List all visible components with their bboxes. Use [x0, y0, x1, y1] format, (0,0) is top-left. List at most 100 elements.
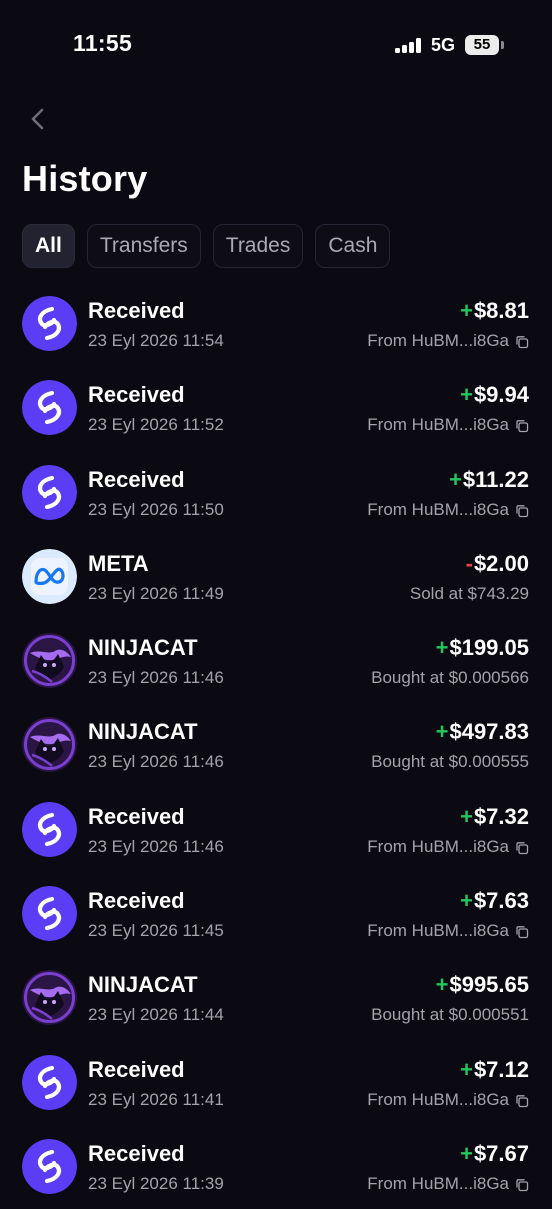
transaction-amount: +$11.22 [449, 467, 529, 493]
received-icon [22, 296, 77, 351]
detail-text: From HuBM...i8Ga [367, 415, 509, 435]
transaction-title: Received [88, 382, 185, 408]
transaction-row[interactable]: Received 23 Eyl 2026 11:39 +$7.67 From HuBM… [0, 1125, 552, 1209]
transaction-date: 23 Eyl 2026 11:54 [88, 331, 224, 350]
battery-icon: 55 [465, 35, 499, 55]
amount-sign: + [435, 972, 449, 998]
battery-cap [501, 41, 504, 49]
copy-icon[interactable] [515, 418, 529, 433]
page-title: History [22, 158, 148, 199]
transaction-row[interactable]: NINJACAT 23 Eyl 2026 11:46 +$199.05 Bought … [0, 619, 552, 703]
transaction-date: 23 Eyl 2026 11:41 [88, 1089, 224, 1109]
transaction-date: 23 Eyl 2026 11:49 [88, 583, 224, 603]
received-icon [22, 380, 77, 436]
transaction-detail: From HuBM...i8Ga [367, 500, 529, 520]
copy-icon[interactable] [515, 334, 529, 349]
meta-logo-icon [22, 548, 77, 604]
transaction-date: 23 Eyl 2026 11:50 [88, 499, 224, 519]
copy-icon[interactable] [515, 924, 529, 939]
detail-text: From HuBM...i8Ga [367, 1089, 509, 1109]
amount-value: $497.83 [449, 719, 529, 745]
transaction-amount: +$8.81 [460, 298, 529, 324]
transaction-date: 23 Eyl 2026 11:46 [88, 836, 224, 856]
transaction-title: NINJACAT [88, 719, 198, 745]
copy-icon[interactable] [515, 1177, 529, 1192]
received-icon [22, 801, 77, 857]
tab-transfers[interactable]: Transfers [86, 224, 201, 268]
received-icon [22, 886, 77, 942]
ninjacat-icon [22, 633, 77, 689]
amount-value: $7.63 [473, 888, 529, 914]
transaction-row[interactable]: NINJACAT 23 Eyl 2026 11:46 +$497.83 Bought … [0, 703, 552, 787]
amount-value: $199.05 [449, 635, 529, 661]
transaction-row[interactable]: Received 23 Eyl 2026 11:46 +$7.32 From HuBM… [0, 788, 552, 872]
transaction-detail: From HuBM...i8Ga [367, 921, 529, 941]
transaction-amount: +$7.67 [460, 1141, 529, 1167]
detail-text: From HuBM...i8Ga [367, 836, 509, 856]
transaction-detail: From HuBM...i8Ga [367, 1090, 529, 1110]
copy-icon[interactable] [515, 503, 529, 517]
transaction-row[interactable]: NINJACAT 23 Eyl 2026 11:44 +$995.65 Bought … [0, 956, 552, 1040]
amount-sign: + [460, 1140, 473, 1166]
detail-text: Bought at $0.000551 [371, 1005, 529, 1025]
amount-sign: + [449, 466, 462, 492]
tab-cash[interactable]: Cash [315, 224, 391, 268]
transaction-detail: Sold at $743.29 [410, 584, 529, 604]
transaction-amount: +$995.65 [436, 972, 529, 998]
transaction-title: Received [88, 803, 185, 829]
transaction-detail: From HuBM...i8Ga [367, 837, 529, 857]
detail-text: Bought at $0.000566 [371, 668, 529, 688]
transaction-amount: -$2.00 [466, 551, 529, 577]
filter-tabs: All Transfers Trades Cash [22, 224, 391, 268]
transaction-list: Received 23 Eyl 2026 11:54 +$8.81 From HuBM… [0, 282, 552, 1209]
back-button[interactable] [22, 102, 56, 136]
amount-sign: + [435, 635, 449, 661]
transaction-detail: From HuBM...i8Ga [367, 331, 529, 351]
transaction-detail: Bought at $0.000566 [371, 668, 529, 688]
transaction-detail: From HuBM...i8Ga [367, 1174, 529, 1194]
transaction-row[interactable]: Received 23 Eyl 2026 11:50 +$11.22 From HuB… [0, 451, 552, 535]
status-bar: 11:55 5G 55 [0, 0, 552, 90]
amount-value: $9.94 [473, 382, 529, 408]
detail-text: Sold at $743.29 [409, 583, 529, 603]
transaction-date: 23 Eyl 2026 11:52 [88, 415, 224, 435]
tab-trades[interactable]: Trades [212, 224, 304, 268]
amount-sign: + [460, 888, 473, 914]
transaction-row[interactable]: Received 23 Eyl 2026 11:52 +$9.94 From HuBM… [0, 366, 552, 450]
detail-text: From HuBM...i8Ga [367, 921, 509, 941]
transaction-amount: +$7.63 [460, 888, 529, 914]
ninjacat-icon [22, 970, 77, 1026]
detail-text: From HuBM...i8Ga [367, 499, 509, 519]
transaction-row[interactable]: Received 23 Eyl 2026 11:41 +$7.12 From HuBM… [0, 1041, 552, 1125]
amount-sign: + [460, 382, 473, 408]
transaction-date: 23 Eyl 2026 11:45 [88, 921, 224, 941]
transaction-row[interactable]: META 23 Eyl 2026 11:49 -$2.00 Sold at $743.… [0, 535, 552, 619]
tab-all[interactable]: All [22, 224, 75, 268]
transaction-title: Received [88, 1140, 185, 1166]
transaction-title: Received [88, 1056, 185, 1082]
transaction-amount: +$497.83 [436, 719, 529, 745]
transaction-row[interactable]: Received 23 Eyl 2026 11:54 +$8.81 From HuBM… [0, 282, 552, 366]
transaction-amount: +$199.05 [436, 635, 529, 661]
amount-sign: + [460, 298, 473, 323]
transaction-detail: From HuBM...i8Ga [367, 415, 529, 435]
transaction-detail: Bought at $0.000555 [371, 752, 529, 772]
transaction-date: 23 Eyl 2026 11:46 [88, 752, 224, 772]
transaction-amount: +$9.94 [460, 382, 529, 408]
transaction-date: 23 Eyl 2026 11:44 [88, 1005, 224, 1025]
chevron-left-icon [31, 108, 44, 130]
transaction-title: NINJACAT [88, 635, 198, 661]
amount-value: $7.32 [473, 803, 529, 829]
amount-sign: - [465, 550, 473, 576]
transaction-row[interactable]: Received 23 Eyl 2026 11:45 +$7.63 From HuBM… [0, 872, 552, 956]
received-icon [22, 1054, 77, 1110]
amount-value: $8.81 [473, 298, 529, 323]
cellular-signal-icon [395, 38, 423, 53]
transaction-title: Received [88, 298, 185, 323]
transaction-amount: +$7.12 [460, 1057, 529, 1083]
received-icon [22, 1138, 77, 1194]
copy-icon[interactable] [515, 840, 529, 854]
amount-value: $7.67 [473, 1140, 529, 1166]
detail-text: Bought at $0.000555 [371, 752, 529, 772]
copy-icon[interactable] [515, 1093, 529, 1107]
